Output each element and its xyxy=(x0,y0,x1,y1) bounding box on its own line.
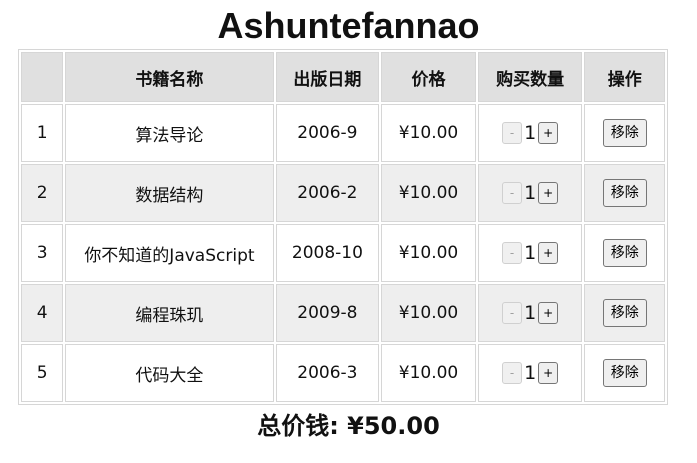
quantity-value: 1 xyxy=(524,122,537,144)
quantity-stepper: - 1 + xyxy=(502,362,559,384)
increment-button[interactable]: + xyxy=(538,242,559,264)
remove-button[interactable]: 移除 xyxy=(602,299,647,327)
remove-button[interactable]: 移除 xyxy=(602,179,647,207)
actions-cell: 移除 xyxy=(584,344,665,402)
quantity-stepper: - 1 + xyxy=(502,122,559,144)
decrement-button[interactable]: - xyxy=(502,122,523,144)
table-row: 1 算法导论 2006-9 ¥10.00 - 1 + 移除 xyxy=(21,104,665,162)
increment-button[interactable]: + xyxy=(538,122,559,144)
header-book-name: 书籍名称 xyxy=(65,52,274,102)
price: ¥10.00 xyxy=(381,164,476,222)
publish-date: 2009-8 xyxy=(275,284,380,342)
quantity-stepper: - 1 + xyxy=(502,302,559,324)
actions-cell: 移除 xyxy=(584,164,665,222)
decrement-button[interactable]: - xyxy=(502,242,523,264)
cart-table: 书籍名称 出版日期 价格 购买数量 操作 1 算法导论 2006-9 ¥10.0… xyxy=(18,49,668,405)
publish-date: 2008-10 xyxy=(275,224,380,282)
quantity-cell: - 1 + xyxy=(477,284,583,342)
header-actions: 操作 xyxy=(584,52,665,102)
quantity-value: 1 xyxy=(524,242,537,264)
page-title: Ashuntefannao xyxy=(217,5,480,46)
increment-button[interactable]: + xyxy=(538,302,559,324)
quantity-value: 1 xyxy=(524,302,537,324)
decrement-button[interactable]: - xyxy=(502,362,523,384)
header-publish-date: 出版日期 xyxy=(275,52,380,102)
book-name: 数据结构 xyxy=(65,164,274,222)
row-index: 4 xyxy=(21,284,64,342)
actions-cell: 移除 xyxy=(584,104,665,162)
price: ¥10.00 xyxy=(381,284,476,342)
header-price: 价格 xyxy=(381,52,476,102)
book-name: 你不知道的JavaScript xyxy=(65,224,274,282)
increment-button[interactable]: + xyxy=(538,182,559,204)
quantity-cell: - 1 + xyxy=(477,344,583,402)
table-row: 5 代码大全 2006-3 ¥10.00 - 1 + 移除 xyxy=(21,344,665,402)
table-row: 2 数据结构 2006-2 ¥10.00 - 1 + 移除 xyxy=(21,164,665,222)
actions-cell: 移除 xyxy=(584,284,665,342)
remove-button[interactable]: 移除 xyxy=(602,119,647,147)
price: ¥10.00 xyxy=(381,224,476,282)
quantity-value: 1 xyxy=(524,182,537,204)
table-row: 4 编程珠玑 2009-8 ¥10.00 - 1 + 移除 xyxy=(21,284,665,342)
publish-date: 2006-2 xyxy=(275,164,380,222)
price: ¥10.00 xyxy=(381,104,476,162)
header-index xyxy=(21,52,64,102)
remove-button[interactable]: 移除 xyxy=(602,239,647,267)
row-index: 2 xyxy=(21,164,64,222)
table-header-row: 书籍名称 出版日期 价格 购买数量 操作 xyxy=(21,52,665,102)
decrement-button[interactable]: - xyxy=(502,302,523,324)
quantity-stepper: - 1 + xyxy=(502,242,559,264)
quantity-cell: - 1 + xyxy=(477,104,583,162)
book-name: 算法导论 xyxy=(65,104,274,162)
publish-date: 2006-9 xyxy=(275,104,380,162)
price: ¥10.00 xyxy=(381,344,476,402)
actions-cell: 移除 xyxy=(584,224,665,282)
increment-button[interactable]: + xyxy=(538,362,559,384)
publish-date: 2006-3 xyxy=(275,344,380,402)
decrement-button[interactable]: - xyxy=(502,182,523,204)
book-name: 编程珠玑 xyxy=(65,284,274,342)
table-row: 3 你不知道的JavaScript 2008-10 ¥10.00 - 1 + 移… xyxy=(21,224,665,282)
header-quantity: 购买数量 xyxy=(477,52,583,102)
book-name: 代码大全 xyxy=(65,344,274,402)
quantity-cell: - 1 + xyxy=(477,164,583,222)
row-index: 3 xyxy=(21,224,64,282)
row-index: 1 xyxy=(21,104,64,162)
row-index: 5 xyxy=(21,344,64,402)
quantity-stepper: - 1 + xyxy=(502,182,559,204)
remove-button[interactable]: 移除 xyxy=(602,359,647,387)
total-price: 总价钱: ¥50.00 xyxy=(257,412,440,440)
quantity-value: 1 xyxy=(524,362,537,384)
quantity-cell: - 1 + xyxy=(477,224,583,282)
